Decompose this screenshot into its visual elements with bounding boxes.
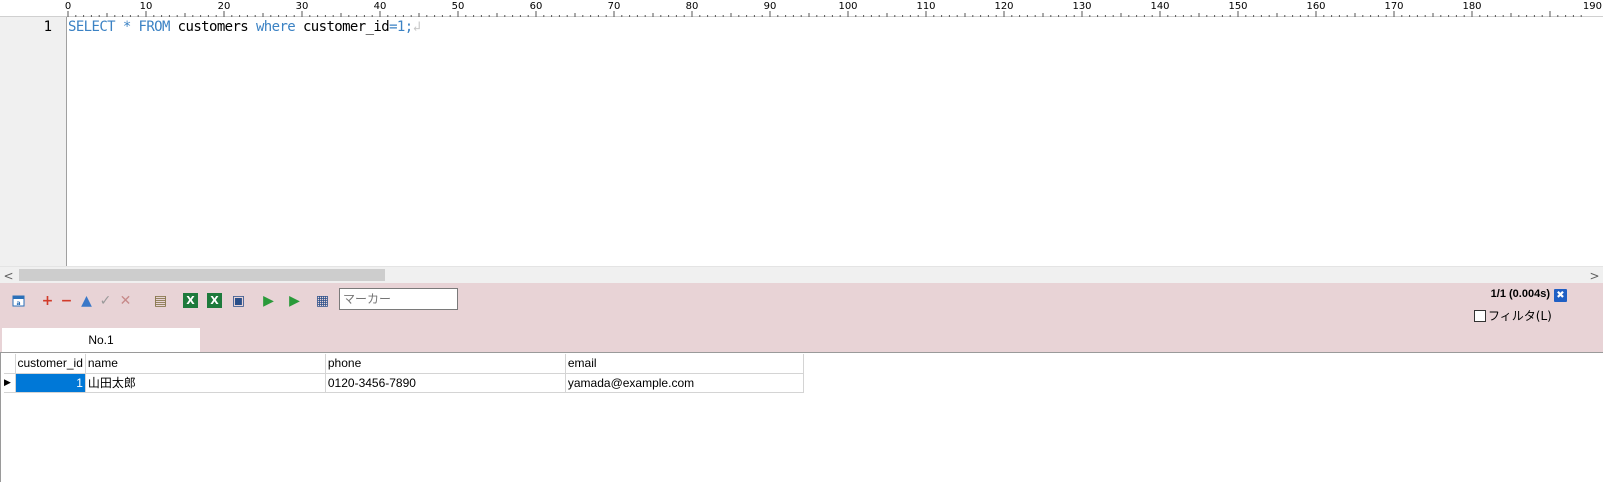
ruler-label: 50 (451, 1, 465, 12)
ruler-label: 150 (1228, 1, 1248, 12)
up-icon[interactable]: ▲ (79, 293, 94, 308)
tab-result-1[interactable]: No.1 (2, 328, 200, 352)
add-row-icon[interactable]: + (40, 293, 55, 308)
scrollbar-thumb[interactable] (19, 269, 385, 281)
code-token: * (122, 19, 131, 35)
result-toolbar: a +−▲ ✓ ✕ ▤ XX ▣ ▶ ▶ ▦ 1/1 (0.004s) ✖ フィルタ(L) (0, 283, 1603, 323)
ruler-label: 140 (1150, 1, 1170, 12)
ruler-label: 180 (1462, 1, 1482, 12)
checkbox-icon[interactable] (1474, 309, 1486, 322)
horizontal-scrollbar[interactable]: < > (0, 266, 1603, 283)
cell-name[interactable]: 山田太郎 (84, 372, 326, 393)
result-status: 1/1 (0.004s) (1490, 288, 1550, 300)
ruler-label: 130 (1072, 1, 1092, 12)
ruler-label: 80 (685, 1, 699, 12)
run-query-icon[interactable]: ▶ (287, 293, 302, 308)
column-ruler: 0 10 20 30 40 50 60 70 80 90 100 110 120 130 140 150 160… (0, 0, 1603, 17)
code-line[interactable]: SELECT * FROM customers where customer_i… (68, 19, 421, 35)
marker-input[interactable] (339, 288, 458, 310)
column-header-name[interactable]: name (84, 354, 326, 374)
filter-label: フィルタ(L) (1488, 309, 1552, 323)
compare-ab-icon[interactable]: ▶ (261, 293, 276, 308)
grid-view-icon[interactable]: ▦ (315, 293, 330, 308)
result-grid-area: customer_id name phone email ▶ 1 山田太郎 01… (0, 352, 1603, 482)
code-token: ↲ (412, 19, 421, 35)
result-panel: a +−▲ ✓ ✕ ▤ XX ▣ ▶ ▶ ▦ 1/1 (0.004s) ✖ フィルタ(L) No.… (0, 283, 1603, 482)
excel-icon[interactable]: X (183, 293, 198, 308)
ruler-label: 190 (1582, 1, 1602, 12)
code-token: FROM (138, 19, 171, 35)
sql-editor[interactable]: 1 SELECT * FROM customers where customer… (0, 17, 1603, 267)
table-row[interactable]: ▶ 1 山田太郎 0120-3456-7890 yamada@example.c… (4, 372, 804, 393)
export-file-icon[interactable]: ▤ (153, 293, 168, 308)
ruler-label: 90 (763, 1, 777, 12)
commit-check-icon[interactable]: ✓ (98, 293, 113, 308)
code-token: SELECT (68, 19, 116, 35)
column-header-email[interactable]: email (564, 354, 804, 374)
cell-email[interactable]: yamada@example.com (564, 372, 804, 393)
code-token: customers (169, 19, 256, 35)
cell-phone[interactable]: 0120-3456-7890 (324, 372, 566, 393)
column-header-phone[interactable]: phone (324, 354, 566, 374)
code-token: customer_id (295, 19, 390, 35)
scroll-left-arrow-icon[interactable]: < (0, 267, 17, 284)
ruler-label: 20 (217, 1, 231, 12)
delete-row-icon[interactable]: − (59, 293, 74, 308)
ruler-ticks (67, 11, 1582, 17)
ruler-label: 170 (1384, 1, 1404, 12)
cell-customer-id[interactable]: 1 (14, 372, 86, 393)
ruler-label: 60 (529, 1, 543, 12)
result-grid: customer_id name phone email ▶ 1 山田太郎 01… (4, 354, 804, 393)
filter-checkbox[interactable]: フィルタ(L) (1474, 307, 1552, 324)
ruler-label: 0 (64, 1, 72, 12)
svg-text:a: a (16, 300, 20, 307)
ruler-label: 100 (838, 1, 858, 12)
cancel-x-icon[interactable]: ✕ (118, 293, 133, 308)
line-number: 1 (43, 19, 52, 35)
code-token: =1; (389, 19, 413, 35)
close-panel-icon[interactable]: ✖ (1554, 289, 1567, 302)
grid-header-row: customer_id name phone email (4, 354, 804, 374)
copy-icon[interactable]: ▣ (231, 293, 246, 308)
row-header-corner (4, 354, 16, 374)
code-token: where (255, 19, 296, 35)
current-row-arrow-icon: ▶ (4, 372, 16, 393)
excel-all-icon[interactable]: X (207, 293, 222, 308)
ruler-label: 10 (139, 1, 153, 12)
ruler-label: 160 (1306, 1, 1326, 12)
column-header-customer-id[interactable]: customer_id (14, 354, 86, 374)
ruler-label: 40 (373, 1, 387, 12)
ruler-label: 110 (916, 1, 936, 12)
line-number-gutter: 1 (0, 17, 67, 267)
ruler-label: 70 (607, 1, 621, 12)
ruler-label: 30 (295, 1, 309, 12)
scroll-right-arrow-icon[interactable]: > (1586, 267, 1603, 284)
refresh-calendar-icon[interactable]: a (11, 293, 26, 308)
ruler-label: 120 (994, 1, 1014, 12)
